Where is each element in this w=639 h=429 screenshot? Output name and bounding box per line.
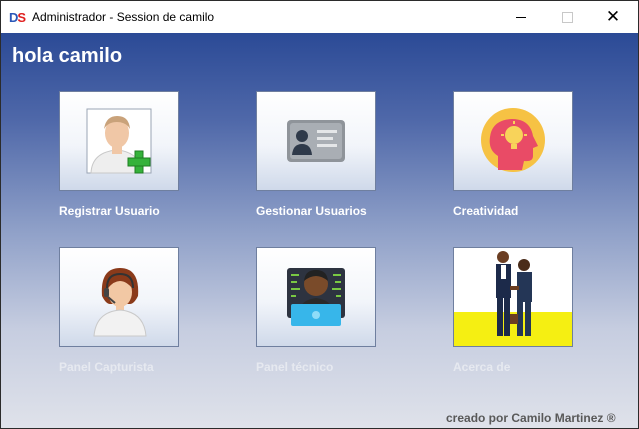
greeting-label: hola camilo bbox=[12, 45, 123, 67]
minimize-button[interactable] bbox=[498, 1, 544, 33]
technician-laptop-icon bbox=[287, 268, 345, 326]
window-title: Administrador - Session de camilo bbox=[32, 10, 215, 24]
operator-headset-icon bbox=[93, 268, 147, 337]
maximize-icon bbox=[561, 11, 573, 23]
app-window: DS Administrador - Session de camilo ✕ h… bbox=[0, 0, 639, 429]
idea-head-icon bbox=[481, 108, 545, 172]
handshake-icon bbox=[454, 251, 572, 346]
credit-label: creado por Camilo Martinez ® bbox=[446, 411, 616, 425]
tile-label-creativity: Creatividad bbox=[453, 204, 519, 218]
tile-label-about: Acerca de bbox=[453, 360, 511, 374]
id-card-icon bbox=[287, 120, 345, 162]
main-panel: hola camilo Registrar Usuario Gestionar … bbox=[1, 33, 638, 428]
about-button[interactable] bbox=[453, 247, 573, 347]
tile-label-register-user: Registrar Usuario bbox=[59, 204, 160, 218]
tile-label-technician-panel: Panel técnico bbox=[256, 360, 334, 374]
tile-label-manage-users: Gestionar Usuarios bbox=[256, 204, 367, 218]
tile-label-capturist-panel: Panel Capturista bbox=[59, 360, 154, 374]
close-icon: ✕ bbox=[605, 7, 621, 26]
add-user-icon bbox=[86, 108, 152, 174]
minimize-icon bbox=[516, 16, 526, 18]
manage-users-button[interactable] bbox=[256, 91, 376, 191]
close-button[interactable]: ✕ bbox=[590, 1, 636, 33]
register-user-button[interactable] bbox=[59, 91, 179, 191]
title-bar[interactable]: DS Administrador - Session de camilo ✕ bbox=[1, 1, 638, 33]
maximize-button[interactable] bbox=[544, 1, 590, 33]
technician-panel-button[interactable] bbox=[256, 247, 376, 347]
creativity-button[interactable] bbox=[453, 91, 573, 191]
capturist-panel-button[interactable] bbox=[59, 247, 179, 347]
ds-app-icon: DS bbox=[9, 10, 26, 25]
